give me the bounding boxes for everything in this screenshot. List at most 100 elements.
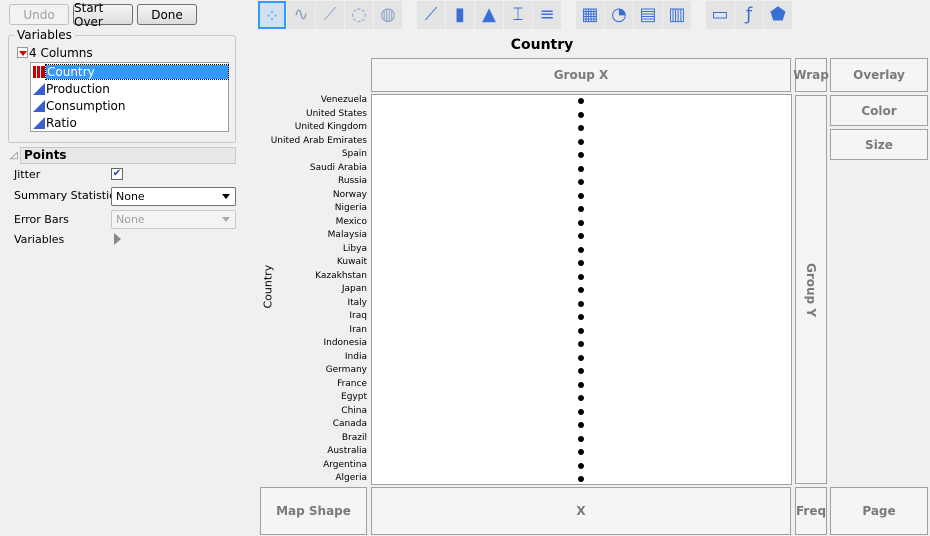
columns-label: 4 Columns [29, 46, 93, 60]
data-point[interactable] [578, 476, 584, 482]
data-point[interactable] [578, 179, 584, 185]
data-point[interactable] [578, 138, 584, 145]
line-element-icon[interactable]: ⟋ [417, 1, 445, 29]
plot-area[interactable] [371, 94, 792, 485]
y-tick-label: Japan [341, 284, 367, 294]
y-tick-label: Spain [341, 149, 367, 159]
red-triangle-menu-icon[interactable] [17, 47, 28, 58]
histogram-element-icon[interactable]: ≡ [533, 1, 561, 29]
start-over-button[interactable]: Start Over [73, 1, 133, 29]
data-point[interactable] [578, 287, 584, 293]
overlay-zone[interactable]: Overlay [830, 58, 928, 92]
y-tick-label: Iraq [349, 311, 367, 321]
column-list[interactable]: Country Production Consumption Ratio [30, 62, 229, 132]
data-point[interactable] [578, 273, 584, 280]
data-point[interactable] [578, 368, 584, 374]
undo-button[interactable]: Undo [9, 4, 69, 25]
data-point[interactable] [578, 260, 584, 266]
color-zone[interactable]: Color [830, 95, 928, 126]
data-point[interactable] [578, 354, 584, 361]
error-bars-label: Error Bars [14, 213, 69, 226]
data-point[interactable] [578, 192, 584, 199]
data-point[interactable] [578, 98, 584, 104]
data-point[interactable] [578, 233, 584, 239]
points-element-icon[interactable]: ⁘ [258, 1, 286, 29]
y-tick-label: Mexico [335, 216, 367, 227]
freq-zone[interactable]: Freq [795, 487, 827, 535]
data-point[interactable] [578, 219, 584, 226]
data-point[interactable] [578, 422, 584, 428]
points-header[interactable]: Points [20, 147, 236, 164]
pie-element-icon[interactable]: ◔ [605, 1, 633, 29]
size-zone[interactable]: Size [830, 129, 928, 160]
y-tick-label: Egypt [341, 392, 367, 402]
y-tick-label: Malaysia [327, 230, 367, 240]
caption-box-element-icon[interactable]: ▭ [706, 1, 734, 29]
data-point[interactable] [578, 395, 584, 401]
data-point[interactable] [578, 300, 584, 307]
summary-statistic-label: Summary Statistic [14, 189, 116, 202]
heatmap-element-icon[interactable]: ▦ [576, 1, 604, 29]
column-item-country[interactable]: Country [31, 63, 229, 80]
data-point[interactable] [578, 206, 584, 212]
map-shapes-element-icon[interactable]: ⬟ [764, 1, 792, 29]
data-point[interactable] [578, 125, 584, 131]
box-plot-element-icon[interactable]: ⌶ [504, 1, 532, 29]
expand-triangle-icon[interactable] [114, 233, 121, 245]
treemap-element-icon[interactable]: ▤ [634, 1, 662, 29]
area-element-icon[interactable]: ▲ [475, 1, 503, 29]
data-point[interactable] [578, 381, 584, 388]
x-zone[interactable]: X [371, 487, 791, 535]
y-tick-label: Norway [332, 189, 367, 200]
y-tick-label: Argentina [323, 459, 367, 470]
y-tick-label: Nigeria [334, 203, 367, 213]
data-point[interactable] [578, 435, 584, 442]
data-point[interactable] [578, 327, 584, 334]
y-tick-label: India [344, 351, 367, 362]
y-tick-label: Kazakhstan [315, 270, 367, 281]
summary-statistic-select[interactable]: None [111, 187, 236, 206]
data-point[interactable] [578, 462, 584, 469]
chevron-down-icon [222, 194, 230, 199]
column-item-production[interactable]: Production [31, 80, 228, 97]
chevron-down-icon [222, 217, 230, 222]
variables-title: Variables [14, 28, 75, 42]
data-point[interactable] [578, 341, 584, 347]
bar-element-icon[interactable]: ▮ [446, 1, 474, 29]
column-item-consumption[interactable]: Consumption [31, 97, 228, 114]
y-axis-label[interactable]: Country [262, 265, 275, 309]
jitter-label: Jitter [14, 168, 41, 181]
page-zone[interactable]: Page [830, 487, 928, 535]
data-point[interactable] [578, 165, 584, 172]
data-point[interactable] [578, 314, 584, 320]
ellipse-element-icon[interactable]: ◌ [345, 1, 373, 29]
column-item-ratio[interactable]: Ratio [31, 114, 228, 131]
wrap-zone[interactable]: Wrap [793, 58, 829, 92]
y-tick-label: Venezuela [320, 95, 367, 105]
jitter-checkbox[interactable]: ✔ [111, 168, 123, 180]
data-point[interactable] [578, 408, 584, 415]
contour-element-icon[interactable]: ◍ [374, 1, 402, 29]
nominal-icon [33, 65, 45, 78]
y-tick-label: United Kingdom [294, 122, 367, 132]
line-of-fit-element-icon[interactable]: ⟋ [316, 1, 344, 29]
data-point[interactable] [578, 449, 584, 455]
error-bars-select[interactable]: None [111, 210, 236, 229]
formula-element-icon[interactable]: ƒ [735, 1, 763, 29]
collapse-triangle-icon[interactable]: ◿ [10, 150, 18, 161]
group-y-zone[interactable]: Group Y [795, 95, 827, 484]
y-tick-label: Russia [338, 176, 367, 186]
smoother-element-icon[interactable]: ∿ [287, 1, 315, 29]
y-tick-label: Indonesia [323, 338, 367, 348]
data-point[interactable] [578, 246, 584, 253]
mosaic-element-icon[interactable]: ▥ [663, 1, 691, 29]
map-shape-zone[interactable]: Map Shape [260, 487, 367, 535]
data-point[interactable] [578, 111, 584, 118]
data-point[interactable] [578, 152, 584, 158]
continuous-icon [33, 116, 45, 129]
y-tick-label: Australia [327, 446, 367, 456]
y-tick-label: United States [306, 108, 367, 119]
graph-title: Country [510, 37, 574, 53]
group-x-zone[interactable]: Group X [371, 58, 791, 92]
done-button[interactable]: Done [137, 4, 197, 25]
